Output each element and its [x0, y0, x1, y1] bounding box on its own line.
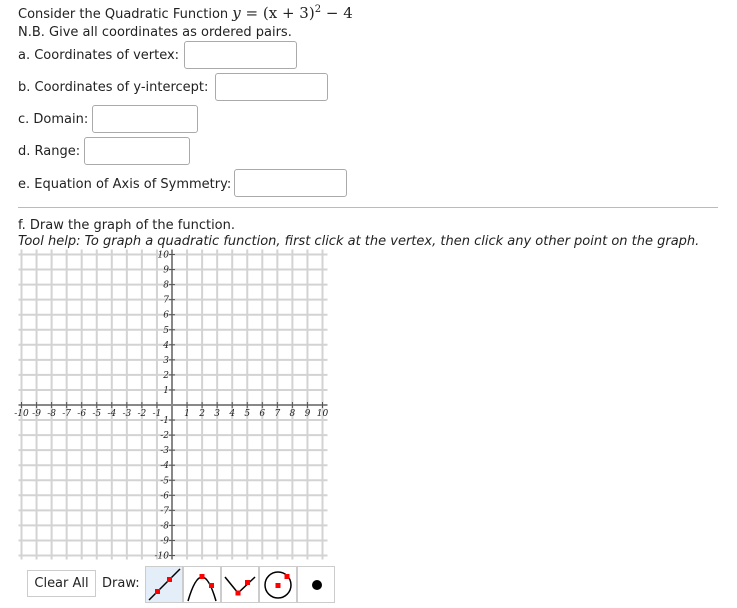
absolute-value-tool-icon — [224, 576, 256, 596]
y-tick-label: -9 — [160, 536, 169, 546]
line-tool-button[interactable] — [145, 566, 183, 603]
graph-canvas[interactable]: -10 -9 -8 -7 -6 -5 -4 -3 -2 -1 1 2 3 4 5 6 7 8 9 1010987654… — [0, 248, 340, 562]
y-tick-label: 9 — [163, 266, 169, 276]
question-e-label: e. Equation of Axis of Symmetry: — [18, 177, 232, 192]
question-a-label: a. Coordinates of vertex: — [18, 48, 180, 63]
note: N.B. Give all coordinates as ordered pai… — [18, 25, 292, 40]
formula-exponent: 2 — [314, 4, 322, 15]
x-tick-label: 1 — [184, 409, 190, 419]
y-tick-label: 3 — [163, 356, 169, 366]
x-tick-label: -8 — [47, 409, 56, 419]
y-tick-label: -3 — [160, 446, 169, 456]
y-tick-label: 6 — [163, 311, 169, 321]
y-tick-label: 1 — [163, 386, 169, 396]
quadratic-question: Consider the Quadratic Function y = (x +… — [0, 0, 737, 608]
y-tick-label: 10 — [158, 251, 170, 261]
y-tick-label: 7 — [163, 296, 169, 306]
y-tick-label: 2 — [162, 371, 169, 381]
y-tick-label: -2 — [160, 431, 169, 441]
point-tool-button[interactable] — [297, 566, 335, 603]
tool-help: Tool help: To graph a quadratic function… — [18, 234, 700, 249]
x-tick-label: 3 — [214, 409, 220, 419]
x-tick-label: -7 — [62, 409, 71, 419]
x-tick-label: 8 — [290, 409, 296, 419]
y-tick-label: -4 — [160, 461, 169, 471]
y-tick-label: -10 — [155, 552, 170, 562]
function-formula: y = (x + 3)2 − 4 — [232, 4, 352, 22]
x-tick-label: -5 — [92, 409, 101, 419]
parabola-tool-button[interactable] — [183, 566, 221, 603]
divider — [18, 207, 718, 208]
x-tick-label: -4 — [107, 409, 116, 419]
axis-of-symmetry-input[interactable] — [234, 169, 347, 197]
y-tick-label: -8 — [160, 521, 169, 531]
x-tick-label: 7 — [274, 409, 280, 419]
y-tick-label: -6 — [160, 491, 169, 501]
x-tick-label: 9 — [305, 409, 311, 419]
circle-tool-button[interactable] — [259, 566, 297, 603]
question-b-label: b. Coordinates of y-intercept: — [18, 80, 209, 95]
x-tick-label: 4 — [228, 409, 235, 419]
draw-label: Draw: — [102, 576, 140, 591]
x-tick-label: 10 — [317, 409, 329, 419]
y-tick-label: -7 — [160, 506, 169, 516]
x-tick-label: 6 — [259, 409, 265, 419]
formula-rhs: = (x + 3) — [245, 4, 315, 22]
absolute-value-tool-button[interactable] — [221, 566, 259, 603]
vertex-input[interactable] — [184, 41, 297, 69]
graph-title: f. Draw the graph of the function. — [18, 218, 236, 233]
y-tick-label: 8 — [163, 281, 169, 291]
y-intercept-input[interactable] — [215, 73, 328, 101]
y-tick-label: 4 — [162, 341, 169, 351]
y-tick-label: 5 — [163, 326, 169, 336]
parabola-tool-icon — [187, 574, 217, 602]
x-tick-label: 2 — [198, 409, 205, 419]
domain-input[interactable] — [92, 105, 198, 133]
y-tick-label: -5 — [160, 476, 169, 486]
formula-lhs: y — [232, 4, 241, 22]
x-tick-label: -10 — [14, 409, 29, 419]
question-d-label: d. Range: — [18, 144, 81, 159]
x-tick-label: -9 — [32, 409, 41, 419]
question-c-label: c. Domain: — [18, 112, 89, 127]
x-tick-label: -2 — [138, 409, 147, 419]
clear-all-button[interactable]: Clear All — [27, 570, 96, 597]
y-tick-label: -1 — [160, 416, 169, 426]
question-intro: Consider the Quadratic Function y = (x +… — [18, 4, 353, 22]
x-tick-label: -6 — [77, 409, 86, 419]
circle-tool-icon — [264, 571, 292, 599]
intro-text: Consider the Quadratic Function — [18, 7, 229, 22]
x-tick-label: -3 — [122, 409, 131, 419]
x-tick-label: 5 — [244, 409, 250, 419]
point-tool-icon — [312, 580, 322, 590]
range-input[interactable] — [84, 137, 190, 165]
formula-tail: − 4 — [325, 4, 353, 22]
line-tool-icon — [148, 568, 181, 601]
